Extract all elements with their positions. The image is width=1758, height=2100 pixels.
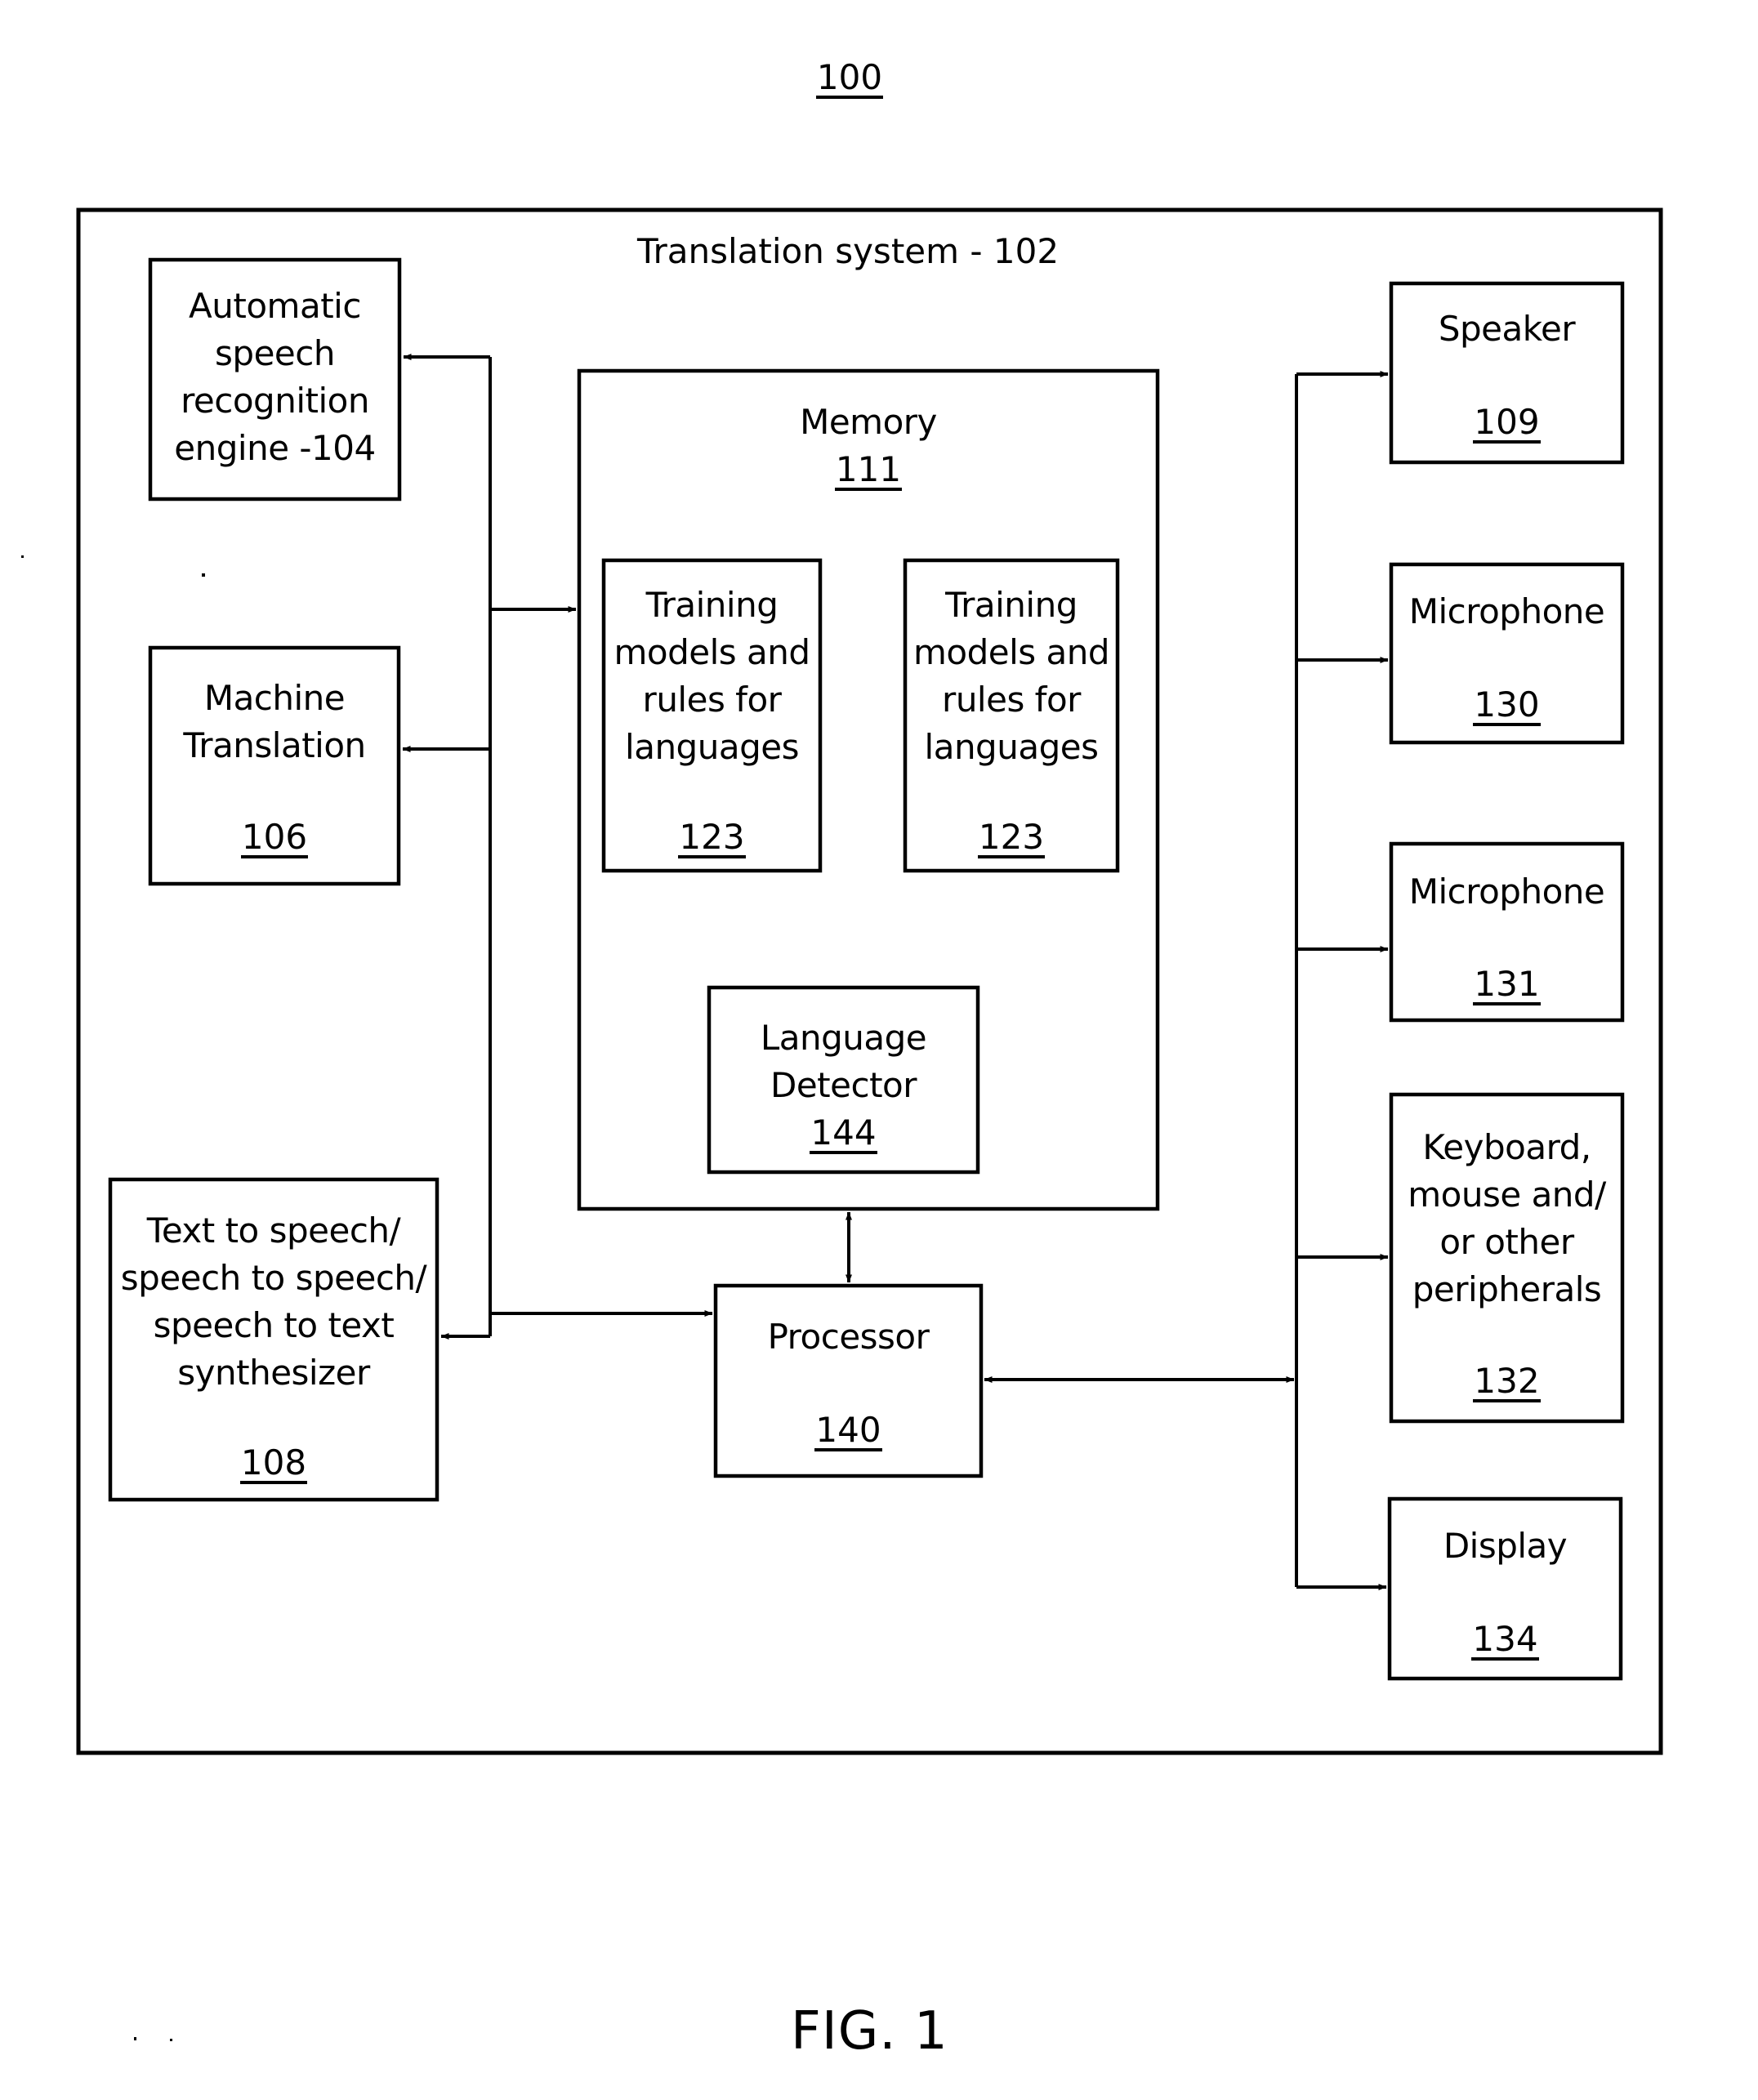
system-title: Translation system - 102	[637, 231, 1060, 271]
processor-ref-text: 140	[814, 1410, 882, 1451]
microphone-130-label: Microphone	[1408, 591, 1605, 631]
asr-engine-label: Automatic speech recognition engine -104	[174, 286, 376, 468]
microphone-130-ref-text: 130	[1473, 684, 1541, 726]
scan-speck	[134, 2037, 136, 2040]
figure-reference-number: 100	[801, 57, 899, 99]
display-ref: 134	[1390, 1619, 1621, 1661]
display-label: Display	[1443, 1526, 1568, 1566]
memory-ref-text: 111	[834, 449, 903, 491]
memory-label: Memory	[800, 402, 937, 442]
speaker-label: Speaker	[1438, 309, 1576, 349]
scan-speck	[170, 2039, 172, 2041]
machine-translation-ref-text: 106	[240, 817, 309, 858]
training-models-label-2: Training models and rules for languages	[912, 585, 1110, 767]
memory-ref: 111	[579, 449, 1158, 491]
scan-speck	[202, 573, 205, 577]
training-models-label-1: Training models and rules for languages	[614, 585, 810, 767]
language-detector-ref-text: 144	[810, 1112, 877, 1154]
speaker-ref: 109	[1391, 402, 1622, 444]
machine-translation-label: Machine Translation	[183, 678, 366, 765]
processor-label: Processor	[767, 1317, 930, 1357]
display-ref-text: 134	[1471, 1619, 1539, 1661]
speaker-ref-text: 109	[1473, 402, 1541, 444]
microphone-130-ref: 130	[1391, 684, 1622, 726]
training-models-ref-1: 123	[604, 817, 820, 858]
language-detector-label: Language Detector	[760, 1018, 927, 1105]
peripherals-ref-text: 132	[1473, 1361, 1541, 1402]
synthesizer-ref-text: 108	[239, 1442, 308, 1484]
synthesizer-label: Text to speech/ speech to speech/ speech…	[120, 1211, 427, 1393]
peripherals-label: Keyboard, mouse and/ or other peripheral…	[1408, 1127, 1606, 1309]
peripherals-ref: 132	[1391, 1361, 1622, 1402]
training-models-ref-2-text: 123	[977, 817, 1046, 858]
training-models-ref-1-text: 123	[678, 817, 746, 858]
microphone-131-ref-text: 131	[1473, 964, 1541, 1005]
patent-figure-canvas: 100 Translation system - 102 Automatic s…	[0, 0, 1758, 2100]
language-detector-ref: 144	[709, 1112, 978, 1154]
microphone-131-ref: 131	[1391, 964, 1622, 1005]
synthesizer-ref: 108	[110, 1442, 437, 1484]
machine-translation-ref: 106	[150, 817, 399, 858]
figure-reference-text: 100	[815, 57, 884, 99]
scan-speck	[21, 555, 24, 558]
processor-ref: 140	[716, 1410, 981, 1451]
figure-caption: FIG. 1	[791, 2001, 948, 2062]
microphone-131-label: Microphone	[1408, 872, 1605, 912]
training-models-ref-2: 123	[905, 817, 1118, 858]
